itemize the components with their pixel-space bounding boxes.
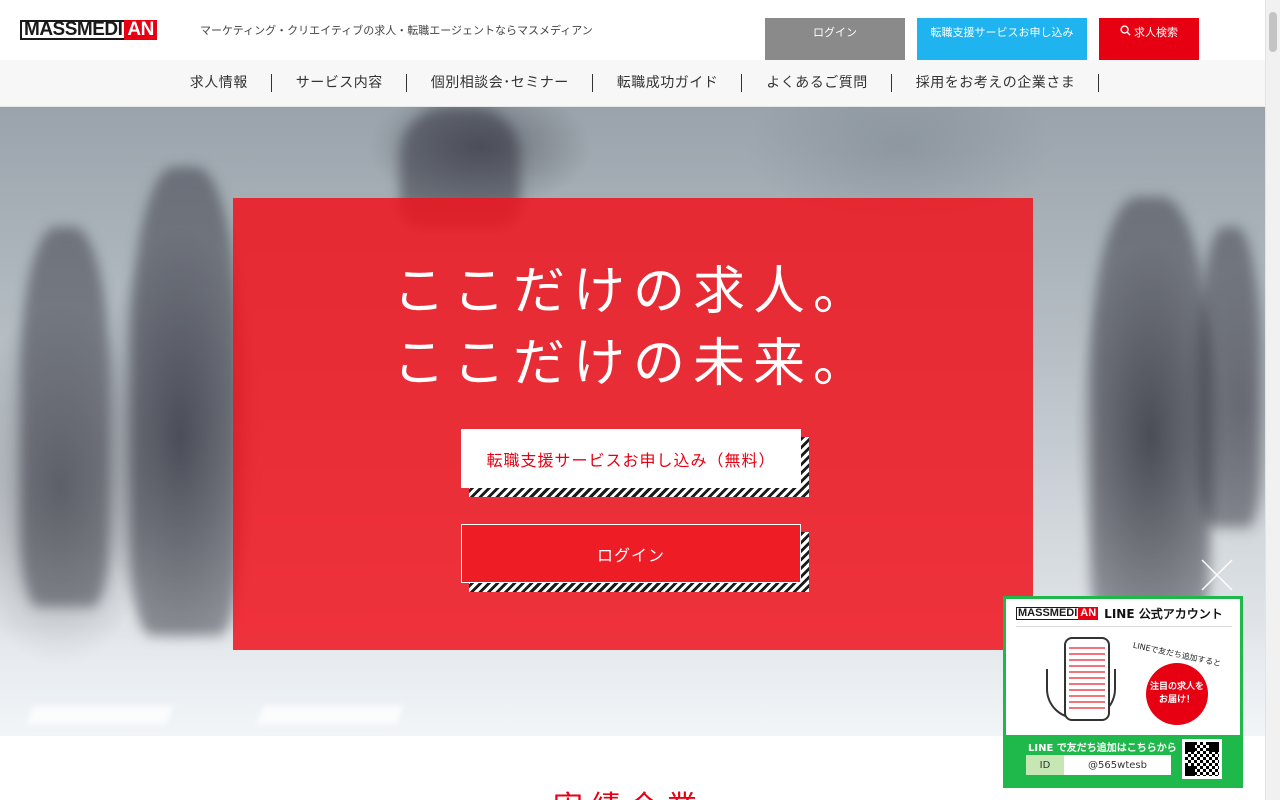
bubble-line2: お届け！ — [1158, 695, 1195, 705]
hero-catchcopy-line1: ここだけの求人。 — [392, 262, 873, 322]
header-login-label: ログイン — [813, 26, 857, 39]
logo-text-red: AN — [124, 20, 157, 40]
qr-code-icon — [1182, 739, 1222, 779]
site-logo[interactable]: MASSMEDI AN — [20, 20, 175, 40]
nav-item-seminars[interactable]: 個別相談会･セミナー — [407, 74, 593, 92]
header-apply-button[interactable]: 転職支援サービスお申し込み — [917, 18, 1087, 60]
hero-apply-button-wrap: 転職支援サービスお申し込み（無料） — [461, 429, 809, 497]
page-scrollbar[interactable] — [1265, 0, 1280, 800]
site-tagline: マーケティング・クリエイティブの求人・転職エージェントならマスメディアン — [200, 24, 593, 37]
background-crowd-figure — [130, 167, 240, 637]
line-id-label: ID — [1026, 755, 1064, 775]
crosswalk-stripe — [26, 706, 174, 724]
background-crowd-figure — [20, 227, 110, 607]
hero-apply-button[interactable]: 転職支援サービスお申し込み（無料） — [461, 429, 801, 488]
nav-item-for-companies[interactable]: 採用をお考えの企業さま — [892, 74, 1100, 92]
line-popup-bubble: 注目の求人を お届け！ — [1146, 663, 1208, 725]
line-id-value: @565wtesb — [1088, 759, 1147, 771]
hero-panel: ここだけの求人。 ここだけの未来。 転職支援サービスお申し込み（無料） ログイン — [233, 198, 1033, 650]
hero-login-button[interactable]: ログイン — [461, 524, 801, 583]
search-icon — [1120, 25, 1131, 36]
smartphone-illustration — [1064, 637, 1110, 721]
section-title: 実績企業 — [553, 782, 705, 800]
line-popup-header: MASSMEDI AN LINE 公式アカウント — [1016, 607, 1232, 627]
line-popup-logo-red: AN — [1078, 607, 1099, 620]
hero-catchcopy: ここだけの求人。 ここだけの未来。 — [233, 256, 1033, 400]
bubble-line1: 注目の求人を — [1149, 682, 1204, 692]
line-popup-title: LINE 公式アカウント — [1104, 607, 1223, 621]
header-login-button[interactable]: ログイン — [765, 18, 905, 60]
header-job-search-button[interactable]: 求人検索 — [1099, 18, 1199, 60]
header-apply-label: 転職支援サービスお申し込み — [930, 26, 1074, 39]
nav-item-jobs[interactable]: 求人情報 — [166, 74, 272, 92]
smartphone-screen — [1069, 647, 1105, 713]
logo-text-black: MASSMEDI — [20, 20, 125, 40]
background-crowd-figure — [1200, 227, 1260, 527]
scrollbar-thumb[interactable] — [1269, 12, 1277, 52]
nav-item-faq[interactable]: よくあるご質問 — [742, 74, 892, 92]
global-nav: 求人情報 サービス内容 個別相談会･セミナー 転職成功ガイド よくあるご質問 採… — [0, 60, 1265, 107]
line-account-popup[interactable]: MASSMEDI AN LINE 公式アカウント LINEで友だち追加すると 注… — [1003, 596, 1243, 788]
line-popup-logo-black: MASSMEDI — [1016, 607, 1079, 620]
site-header: MASSMEDI AN マーケティング・クリエイティブの求人・転職エージェントな… — [0, 0, 1265, 60]
line-id-box: ID @565wtesb — [1026, 755, 1171, 775]
nav-item-guide[interactable]: 転職成功ガイド — [593, 74, 743, 92]
line-popup-cta: LINE で友だち追加はこちらから — [1028, 743, 1177, 754]
background-crowd-figure — [1090, 197, 1210, 647]
hero-login-button-wrap: ログイン — [461, 524, 809, 592]
hero-catchcopy-line2: ここだけの未来。 — [392, 334, 873, 394]
line-popup-logo: MASSMEDI AN — [1016, 607, 1099, 620]
line-popup-footer: LINE で友だち追加はこちらから ID @565wtesb — [1006, 735, 1240, 785]
crosswalk-stripe — [256, 706, 404, 724]
close-icon[interactable] — [1200, 558, 1234, 592]
header-search-label: 求人検索 — [1134, 26, 1178, 39]
nav-item-services[interactable]: サービス内容 — [272, 74, 407, 92]
